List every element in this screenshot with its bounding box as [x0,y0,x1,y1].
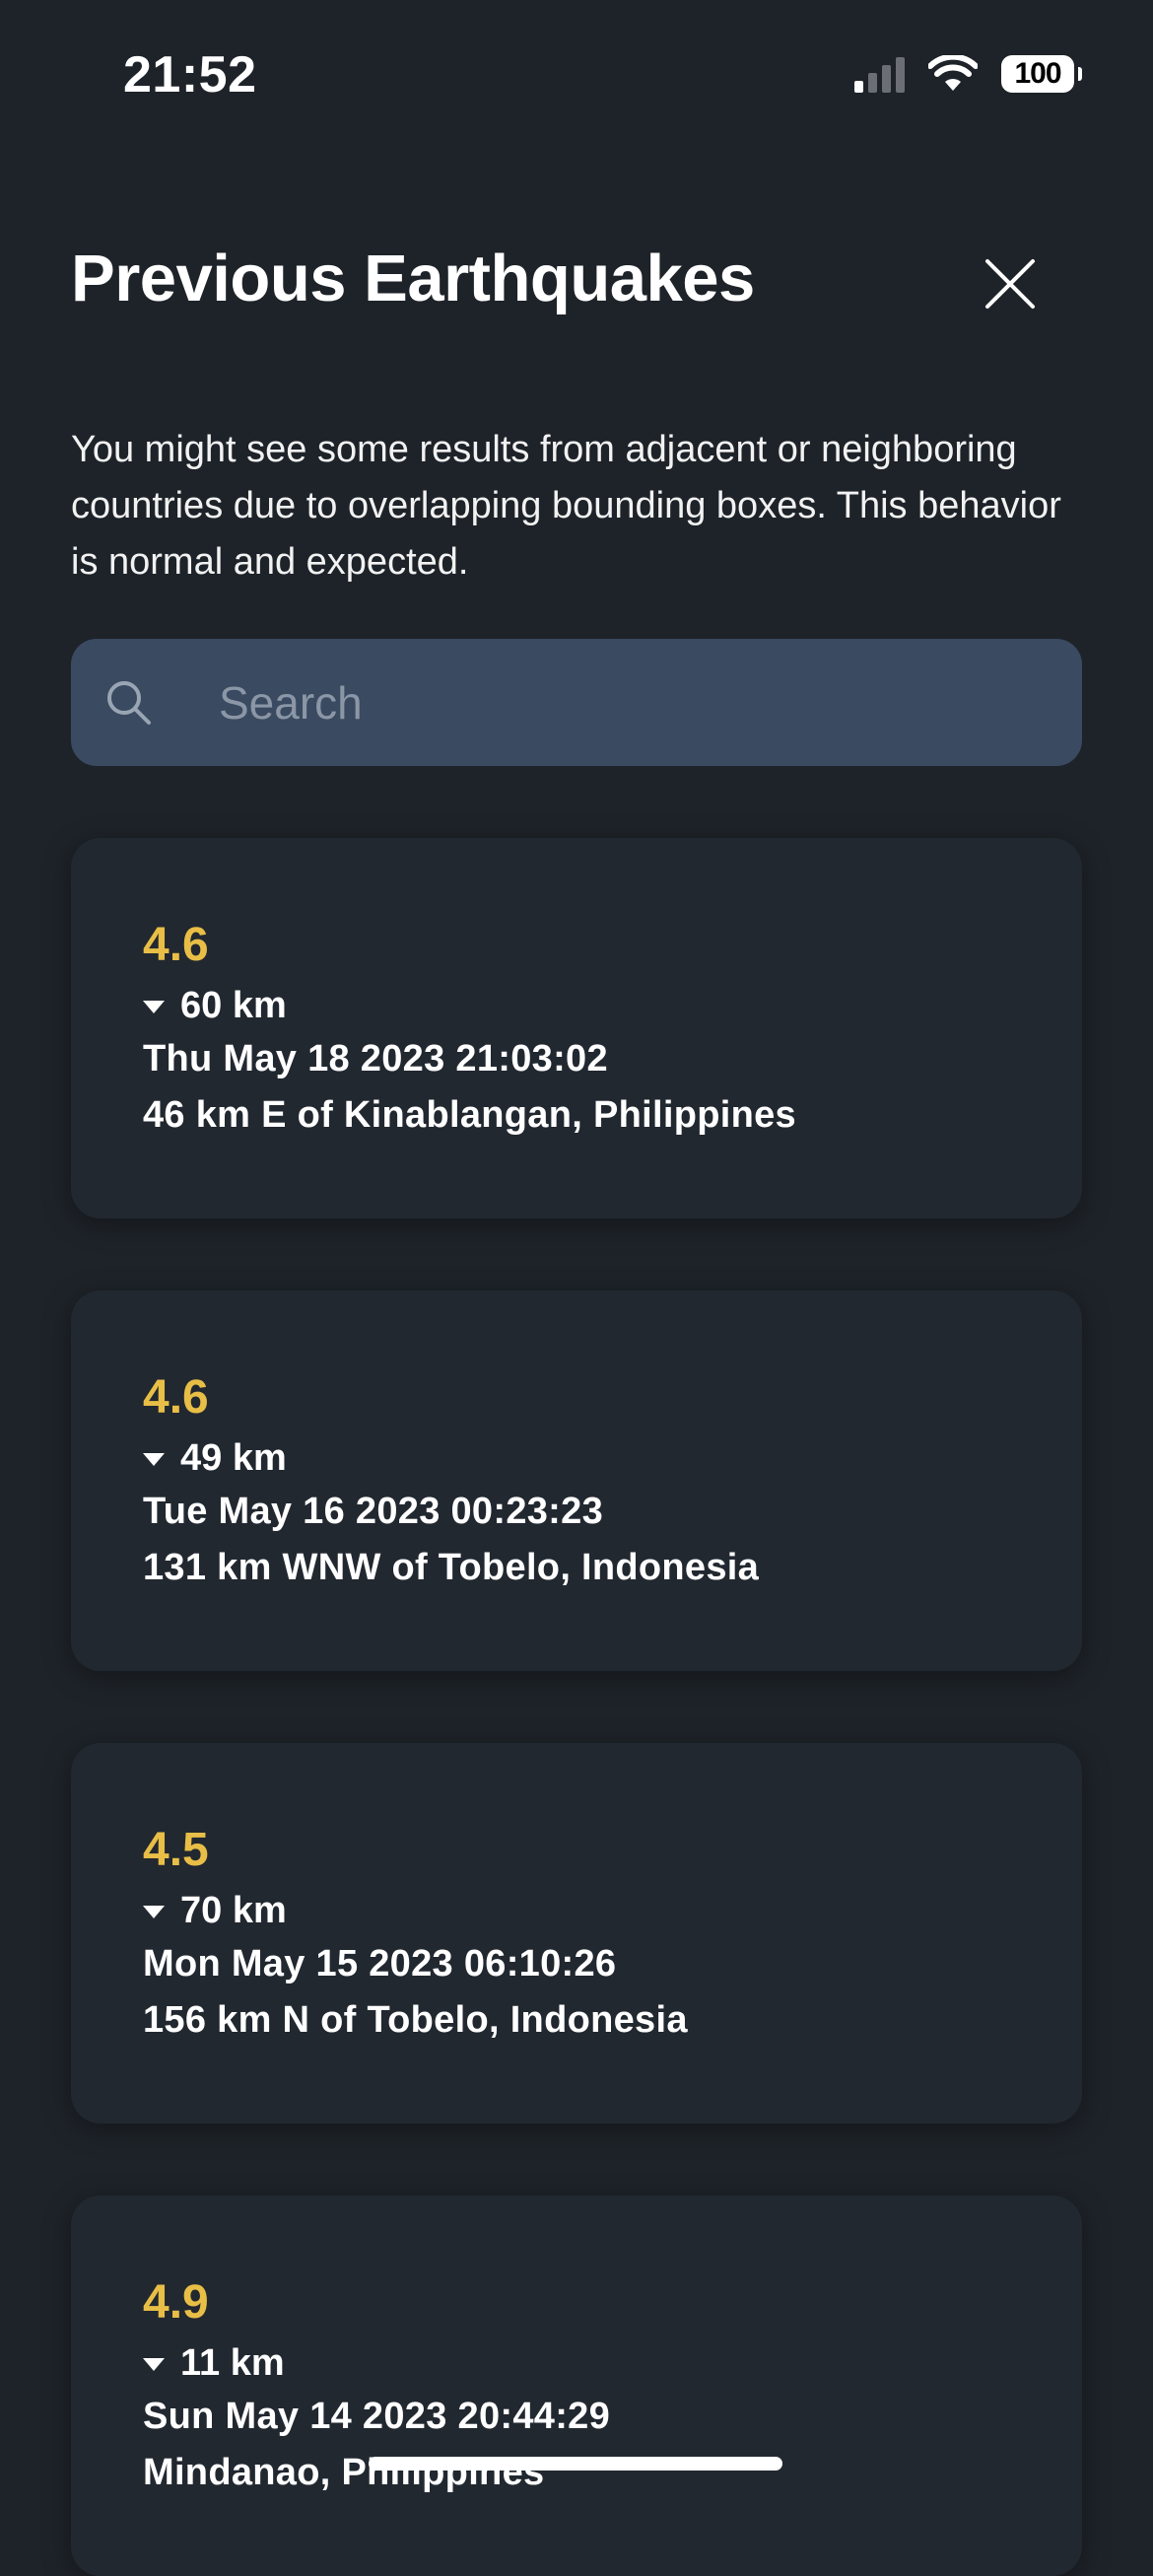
depth-row: 70 km [143,1885,688,1936]
search-icon [107,681,151,725]
magnitude-value: 4.6 [143,1371,209,1424]
earthquake-card[interactable]: 4.6 60 km Thu May 18 2023 21:03:02 46 km… [71,838,1082,1218]
wifi-icon [928,55,978,91]
depth-row: 60 km [143,980,796,1031]
depth-value: 49 km [180,1437,287,1479]
datetime-value: Mon May 15 2023 06:10:26 [143,1943,617,1984]
depth-row: 11 km [143,2337,610,2389]
close-icon [985,259,1035,309]
magnitude-value: 4.6 [143,919,209,971]
status-bar: 21:52 100 [0,0,1153,148]
status-icons: 100 [854,55,1082,93]
datetime-value: Thu May 18 2023 21:03:02 [143,1038,608,1079]
location-value: 46 km E of Kinablangan, Philippines [143,1094,796,1136]
search-box[interactable] [71,639,1082,766]
disclaimer-text: You might see some results from adjacent… [71,429,1061,583]
page-title: Previous Earthquakes [71,242,755,315]
depth-arrow-icon [143,1452,165,1466]
depth-arrow-icon [143,1000,165,1013]
home-indicator[interactable] [369,2457,782,2471]
depth-arrow-icon [143,2357,165,2371]
earthquake-card[interactable]: 4.5 70 km Mon May 15 2023 06:10:26 156 k… [71,1743,1082,2123]
search-input[interactable] [219,639,1047,766]
cellular-signal-icon [854,55,905,93]
earthquake-card[interactable]: 4.9 11 km Sun May 14 2023 20:44:29 Minda… [71,2195,1082,2576]
magnitude-value: 4.5 [143,1824,209,1876]
magnitude-value: 4.9 [143,2276,209,2329]
location-value: 156 km N of Tobelo, Indonesia [143,1999,688,2041]
datetime-value: Sun May 14 2023 20:44:29 [143,2396,611,2437]
datetime-value: Tue May 16 2023 00:23:23 [143,1491,604,1532]
battery-icon: 100 [1001,55,1082,93]
depth-row: 49 km [143,1432,759,1484]
close-button[interactable] [976,249,1045,318]
depth-value: 70 km [180,1890,287,1931]
status-time: 21:52 [123,46,257,104]
location-value: 131 km WNW of Tobelo, Indonesia [143,1547,760,1588]
location-value: Mindanao, Philippines [143,2452,545,2493]
depth-value: 60 km [180,985,287,1026]
depth-arrow-icon [143,1905,165,1918]
depth-value: 11 km [180,2342,285,2384]
earthquake-card[interactable]: 4.6 49 km Tue May 16 2023 00:23:23 131 k… [71,1290,1082,1671]
